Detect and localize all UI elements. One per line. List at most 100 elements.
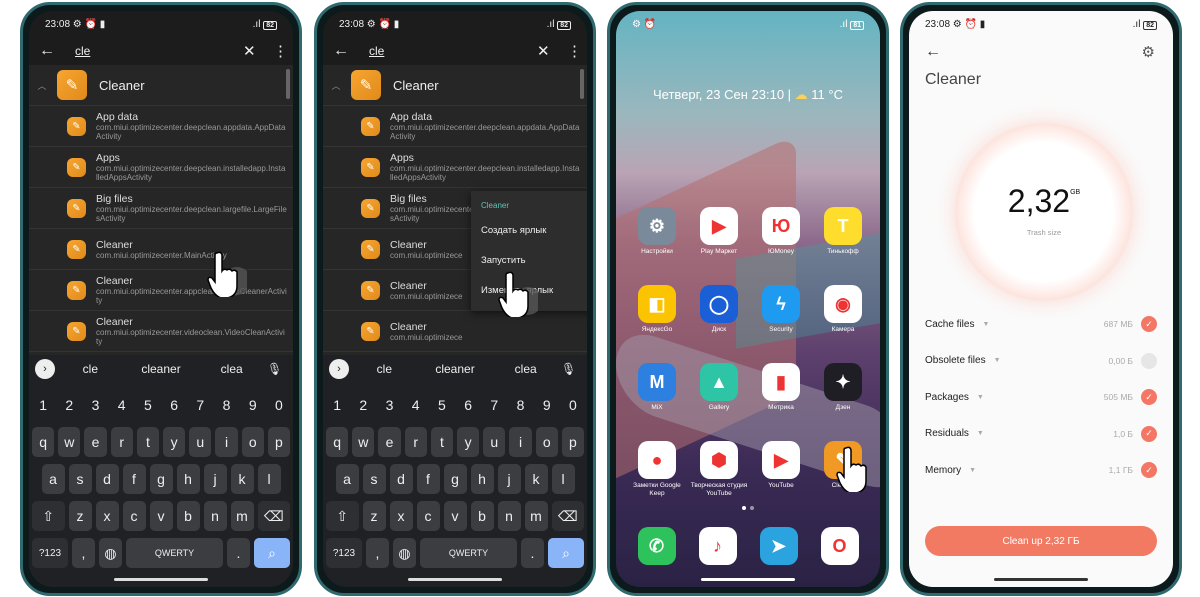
space-key[interactable]: QWERTY xyxy=(420,538,517,568)
chevron-down-icon[interactable]: ▼ xyxy=(969,467,976,474)
search-icon[interactable]: ⌕ xyxy=(548,538,584,568)
nav-bar[interactable] xyxy=(701,578,795,581)
period-key[interactable]: . xyxy=(227,538,250,568)
chevron-down-icon[interactable]: ▼ xyxy=(977,430,984,437)
key-u[interactable]: u xyxy=(189,427,212,457)
checkbox[interactable]: ✓ xyxy=(1141,352,1157,369)
chevron-down-icon[interactable]: ▼ xyxy=(994,357,1001,364)
app-shortcut[interactable]: ⬢ Творческая студия YouTube xyxy=(688,441,750,500)
dock-app[interactable]: ➤ xyxy=(748,527,809,565)
context-menu-item[interactable]: Создать ярлык xyxy=(481,225,581,255)
suggestion[interactable]: cleaner xyxy=(126,362,197,376)
shift-icon[interactable]: ⇧ xyxy=(32,501,65,531)
key-m[interactable]: m xyxy=(230,501,254,531)
key-c[interactable]: c xyxy=(416,501,440,531)
key-5[interactable]: 5 xyxy=(431,390,453,420)
key-k[interactable]: k xyxy=(524,464,548,494)
dock-app[interactable]: ✆ xyxy=(626,527,687,565)
shift-icon[interactable]: ⇧ xyxy=(326,501,359,531)
key-q[interactable]: q xyxy=(325,427,349,457)
key-1[interactable]: 1 xyxy=(326,390,348,420)
app-shortcut[interactable]: ▶ Play Маркет xyxy=(688,207,750,266)
app-shortcut[interactable]: ✦ Дзен xyxy=(812,363,874,422)
key-z[interactable]: z xyxy=(362,501,386,531)
nav-bar[interactable] xyxy=(994,578,1088,581)
key-v[interactable]: v xyxy=(443,501,467,531)
mic-icon[interactable]: 🎙 xyxy=(561,362,581,376)
app-shortcut[interactable]: ◯ Диск xyxy=(688,285,750,344)
activity-list-item[interactable]: ✎ Cleaner com.miui.optimizece xyxy=(323,311,587,352)
dock-app[interactable]: ♪ xyxy=(687,527,748,565)
key-d[interactable]: d xyxy=(389,464,413,494)
suggestion[interactable]: clea xyxy=(490,362,561,376)
mic-icon[interactable]: 🎙 xyxy=(267,362,287,376)
activity-list-item[interactable]: ✎ Big files com.miui.optimizecenter.deepcl… xyxy=(29,188,293,229)
app-group-header[interactable]: ︿ ✎ Cleaner xyxy=(29,65,293,106)
key-2[interactable]: 2 xyxy=(352,390,374,420)
close-icon[interactable]: ✕ xyxy=(537,42,567,60)
dock-app[interactable]: O xyxy=(809,527,870,565)
key-s[interactable]: s xyxy=(68,464,92,494)
key-b[interactable]: b xyxy=(176,501,200,531)
key-y[interactable]: y xyxy=(457,427,480,457)
key-t[interactable]: t xyxy=(136,427,159,457)
key-u[interactable]: u xyxy=(483,427,506,457)
key-f[interactable]: f xyxy=(122,464,146,494)
globe-icon[interactable]: ◍ xyxy=(393,538,416,568)
key-2[interactable]: 2 xyxy=(58,390,80,420)
app-shortcut[interactable]: ϟ Security xyxy=(750,285,812,344)
clean-category-row[interactable]: Residuals ▼ 1,0 Б ✓ xyxy=(925,424,1157,444)
search-input[interactable]: cle xyxy=(75,44,243,58)
scrollbar[interactable] xyxy=(286,69,290,99)
key-v[interactable]: v xyxy=(149,501,173,531)
nav-bar[interactable] xyxy=(408,578,502,581)
back-arrow-icon[interactable]: ← xyxy=(925,43,941,61)
clean-category-row[interactable]: Obsolete files ▼ 0,00 Б ✓ xyxy=(925,351,1157,371)
comma-key[interactable]: , xyxy=(72,538,95,568)
key-g[interactable]: g xyxy=(149,464,173,494)
chevron-up-icon[interactable]: ︿ xyxy=(323,79,343,92)
key-3[interactable]: 3 xyxy=(378,390,400,420)
key-g[interactable]: g xyxy=(443,464,467,494)
app-shortcut[interactable]: ◧ ЯндексGo xyxy=(626,285,688,344)
key-9[interactable]: 9 xyxy=(536,390,558,420)
suggestion[interactable]: cle xyxy=(55,362,126,376)
key-h[interactable]: h xyxy=(176,464,200,494)
key-o[interactable]: o xyxy=(535,427,558,457)
key-8[interactable]: 8 xyxy=(215,390,237,420)
globe-icon[interactable]: ◍ xyxy=(99,538,122,568)
chevron-down-icon[interactable]: ▼ xyxy=(982,321,989,328)
search-icon[interactable]: ⌕ xyxy=(254,538,290,568)
key-l[interactable]: l xyxy=(551,464,575,494)
arrow-left-icon[interactable]: ← xyxy=(39,42,75,60)
app-shortcut[interactable]: Ю ЮMoney xyxy=(750,207,812,266)
app-shortcut[interactable]: ● Заметки Google Keep xyxy=(626,441,688,500)
scrollbar[interactable] xyxy=(580,69,584,99)
key-b[interactable]: b xyxy=(470,501,494,531)
activity-list-item[interactable]: ✎ App data com.miui.optimizecenter.deepcle… xyxy=(29,106,293,147)
app-shortcut[interactable]: ◉ Камера xyxy=(812,285,874,344)
symbols-key[interactable]: ?123 xyxy=(326,538,362,568)
key-6[interactable]: 6 xyxy=(457,390,479,420)
key-e[interactable]: e xyxy=(378,427,401,457)
key-a[interactable]: a xyxy=(335,464,359,494)
key-0[interactable]: 0 xyxy=(562,390,584,420)
key-h[interactable]: h xyxy=(470,464,494,494)
key-w[interactable]: w xyxy=(352,427,375,457)
clean-category-row[interactable]: Packages ▼ 505 МБ ✓ xyxy=(925,387,1157,407)
backspace-icon[interactable]: ⌫ xyxy=(551,501,584,531)
key-l[interactable]: l xyxy=(257,464,281,494)
key-0[interactable]: 0 xyxy=(268,390,290,420)
more-vert-icon[interactable]: ⋮ xyxy=(273,42,288,60)
key-j[interactable]: j xyxy=(497,464,521,494)
app-shortcut[interactable]: M MiX xyxy=(626,363,688,422)
key-4[interactable]: 4 xyxy=(405,390,427,420)
key-k[interactable]: k xyxy=(230,464,254,494)
clean-category-row[interactable]: Memory ▼ 1,1 ГБ ✓ xyxy=(925,460,1157,480)
more-vert-icon[interactable]: ⋮ xyxy=(567,42,582,60)
key-7[interactable]: 7 xyxy=(483,390,505,420)
key-x[interactable]: x xyxy=(389,501,413,531)
chevron-up-icon[interactable]: ︿ xyxy=(29,79,49,92)
key-f[interactable]: f xyxy=(416,464,440,494)
key-8[interactable]: 8 xyxy=(509,390,531,420)
